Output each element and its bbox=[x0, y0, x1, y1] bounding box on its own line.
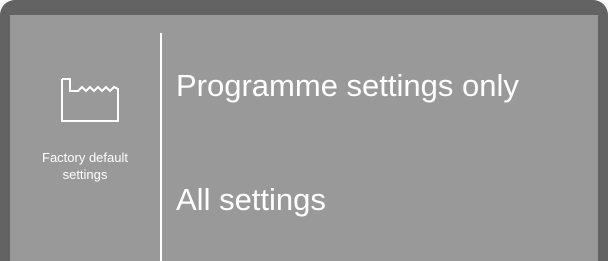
display-screen: Factory default settings Programme setti… bbox=[10, 15, 598, 261]
display-bezel: Factory default settings Programme setti… bbox=[0, 0, 608, 261]
side-panel-label-line1: Factory default bbox=[42, 150, 128, 165]
side-panel-label: Factory default settings bbox=[10, 149, 160, 183]
option-programme-settings-only[interactable]: Programme settings only bbox=[176, 67, 519, 105]
side-panel: Factory default settings bbox=[10, 15, 160, 261]
panel-divider bbox=[160, 33, 162, 261]
option-all-settings[interactable]: All settings bbox=[176, 181, 326, 219]
factory-icon bbox=[61, 78, 119, 122]
side-panel-label-line2: settings bbox=[62, 167, 108, 182]
